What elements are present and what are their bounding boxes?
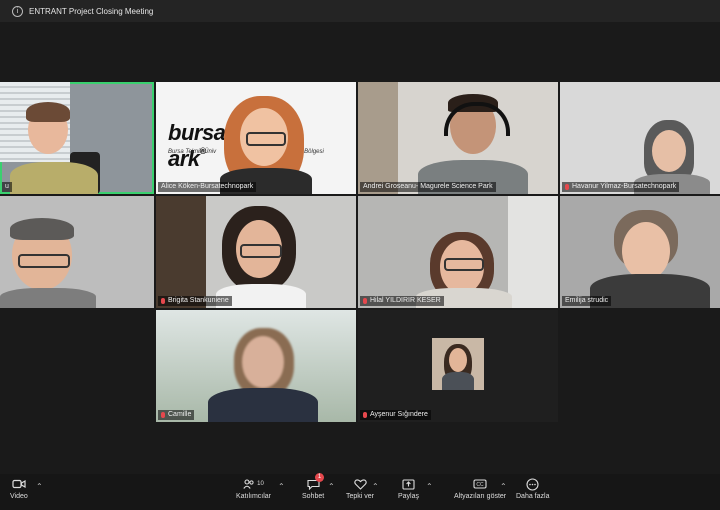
react-button[interactable]: Tepki ver [346,478,374,500]
more-icon [526,477,540,491]
participant-hair [26,102,70,122]
svg-text:CC: CC [476,482,484,488]
meeting-title: ENTRANT Project Closing Meeting [29,6,154,16]
participant-body [442,372,474,390]
participant-name: Emilija strudic [562,296,612,306]
cc-icon: CC [473,478,487,490]
participant-face [242,336,284,388]
participant-name: Andrei Groseanu- Magurele Science Park [360,182,496,192]
chat-badge: 1 [315,473,325,482]
video-tile[interactable]: Andrei Groseanu- Magurele Science Park [358,82,558,194]
video-tile[interactable]: Emilija strudic [560,196,720,308]
captions-button[interactable]: CC Altyazıları göster [454,478,506,500]
window-light [508,196,558,308]
react-options-chevron-icon[interactable]: ⌃ [372,482,379,491]
share-options-chevron-icon[interactable]: ⌃ [426,482,433,491]
video-tile[interactable]: u [0,82,154,194]
chat-icon: 1 [306,473,325,490]
more-button[interactable]: Daha fazla [516,477,549,500]
mic-off-icon [161,298,165,304]
mic-off-icon [363,412,367,418]
mic-off-icon [363,298,367,304]
participant-body [0,288,96,308]
video-tile[interactable]: Hilal YILDIRIR KESER [358,196,558,308]
info-icon[interactable]: i [12,5,23,17]
camera-icon [12,478,26,490]
video-tile[interactable]: Camille [156,310,356,422]
video-tile[interactable] [0,196,154,308]
participant-face [622,222,670,280]
participants-button[interactable]: 10 Katılımcılar [236,478,271,500]
video-tile[interactable]: bursatark® Bursa Teknik Üniv Bölgesi Alic… [156,82,356,194]
chat-options-chevron-icon[interactable]: ⌃ [328,482,335,491]
participant-face [652,130,686,172]
heart-icon [353,478,367,490]
glasses [246,132,286,146]
participants-options-chevron-icon[interactable]: ⌃ [278,482,285,491]
mic-off-icon [565,184,569,190]
people-icon: 10 [239,478,269,490]
avatar [432,338,484,390]
participant-name: Brigita Stankuniene [158,296,232,306]
participant-name: Camille [158,410,195,420]
participant-body [208,388,318,422]
captions-options-chevron-icon[interactable]: ⌃ [500,482,507,491]
title-bar: i ENTRANT Project Closing Meeting [0,0,720,22]
participant-face [449,348,467,372]
participant-name: u [2,182,12,192]
participant-body [10,162,98,194]
headscarf [10,218,74,240]
video-tile[interactable]: Brigita Stankuniene [156,196,356,308]
video-options-chevron-icon[interactable]: ⌃ [36,482,43,491]
glasses [240,244,282,258]
share-icon [402,478,416,490]
mic-off-icon [161,412,165,418]
share-button[interactable]: Paylaş [398,478,419,500]
video-tile[interactable]: Havanur Yilmaz-Bursatechnopark [560,82,720,194]
meeting-toolbar: Video ⌃ 10 Katılımcılar ⌃ 1 Sohbet ⌃ Tep… [0,473,720,510]
participant-name: Hilal YILDIRIR KESER [360,296,444,306]
participants-count: 10 [257,481,264,487]
video-button[interactable]: Video [10,478,28,500]
glasses [444,258,484,271]
chat-button[interactable]: 1 Sohbet [302,473,325,500]
bookshelf [156,196,206,308]
participant-name: Ayşenur Sığındere [360,410,431,420]
background-shelf [358,82,398,194]
participant-name: Havanur Yilmaz-Bursatechnopark [562,182,680,192]
participant-name: Alice Köken-Bursatechnopark [158,182,257,192]
glasses [18,254,70,268]
